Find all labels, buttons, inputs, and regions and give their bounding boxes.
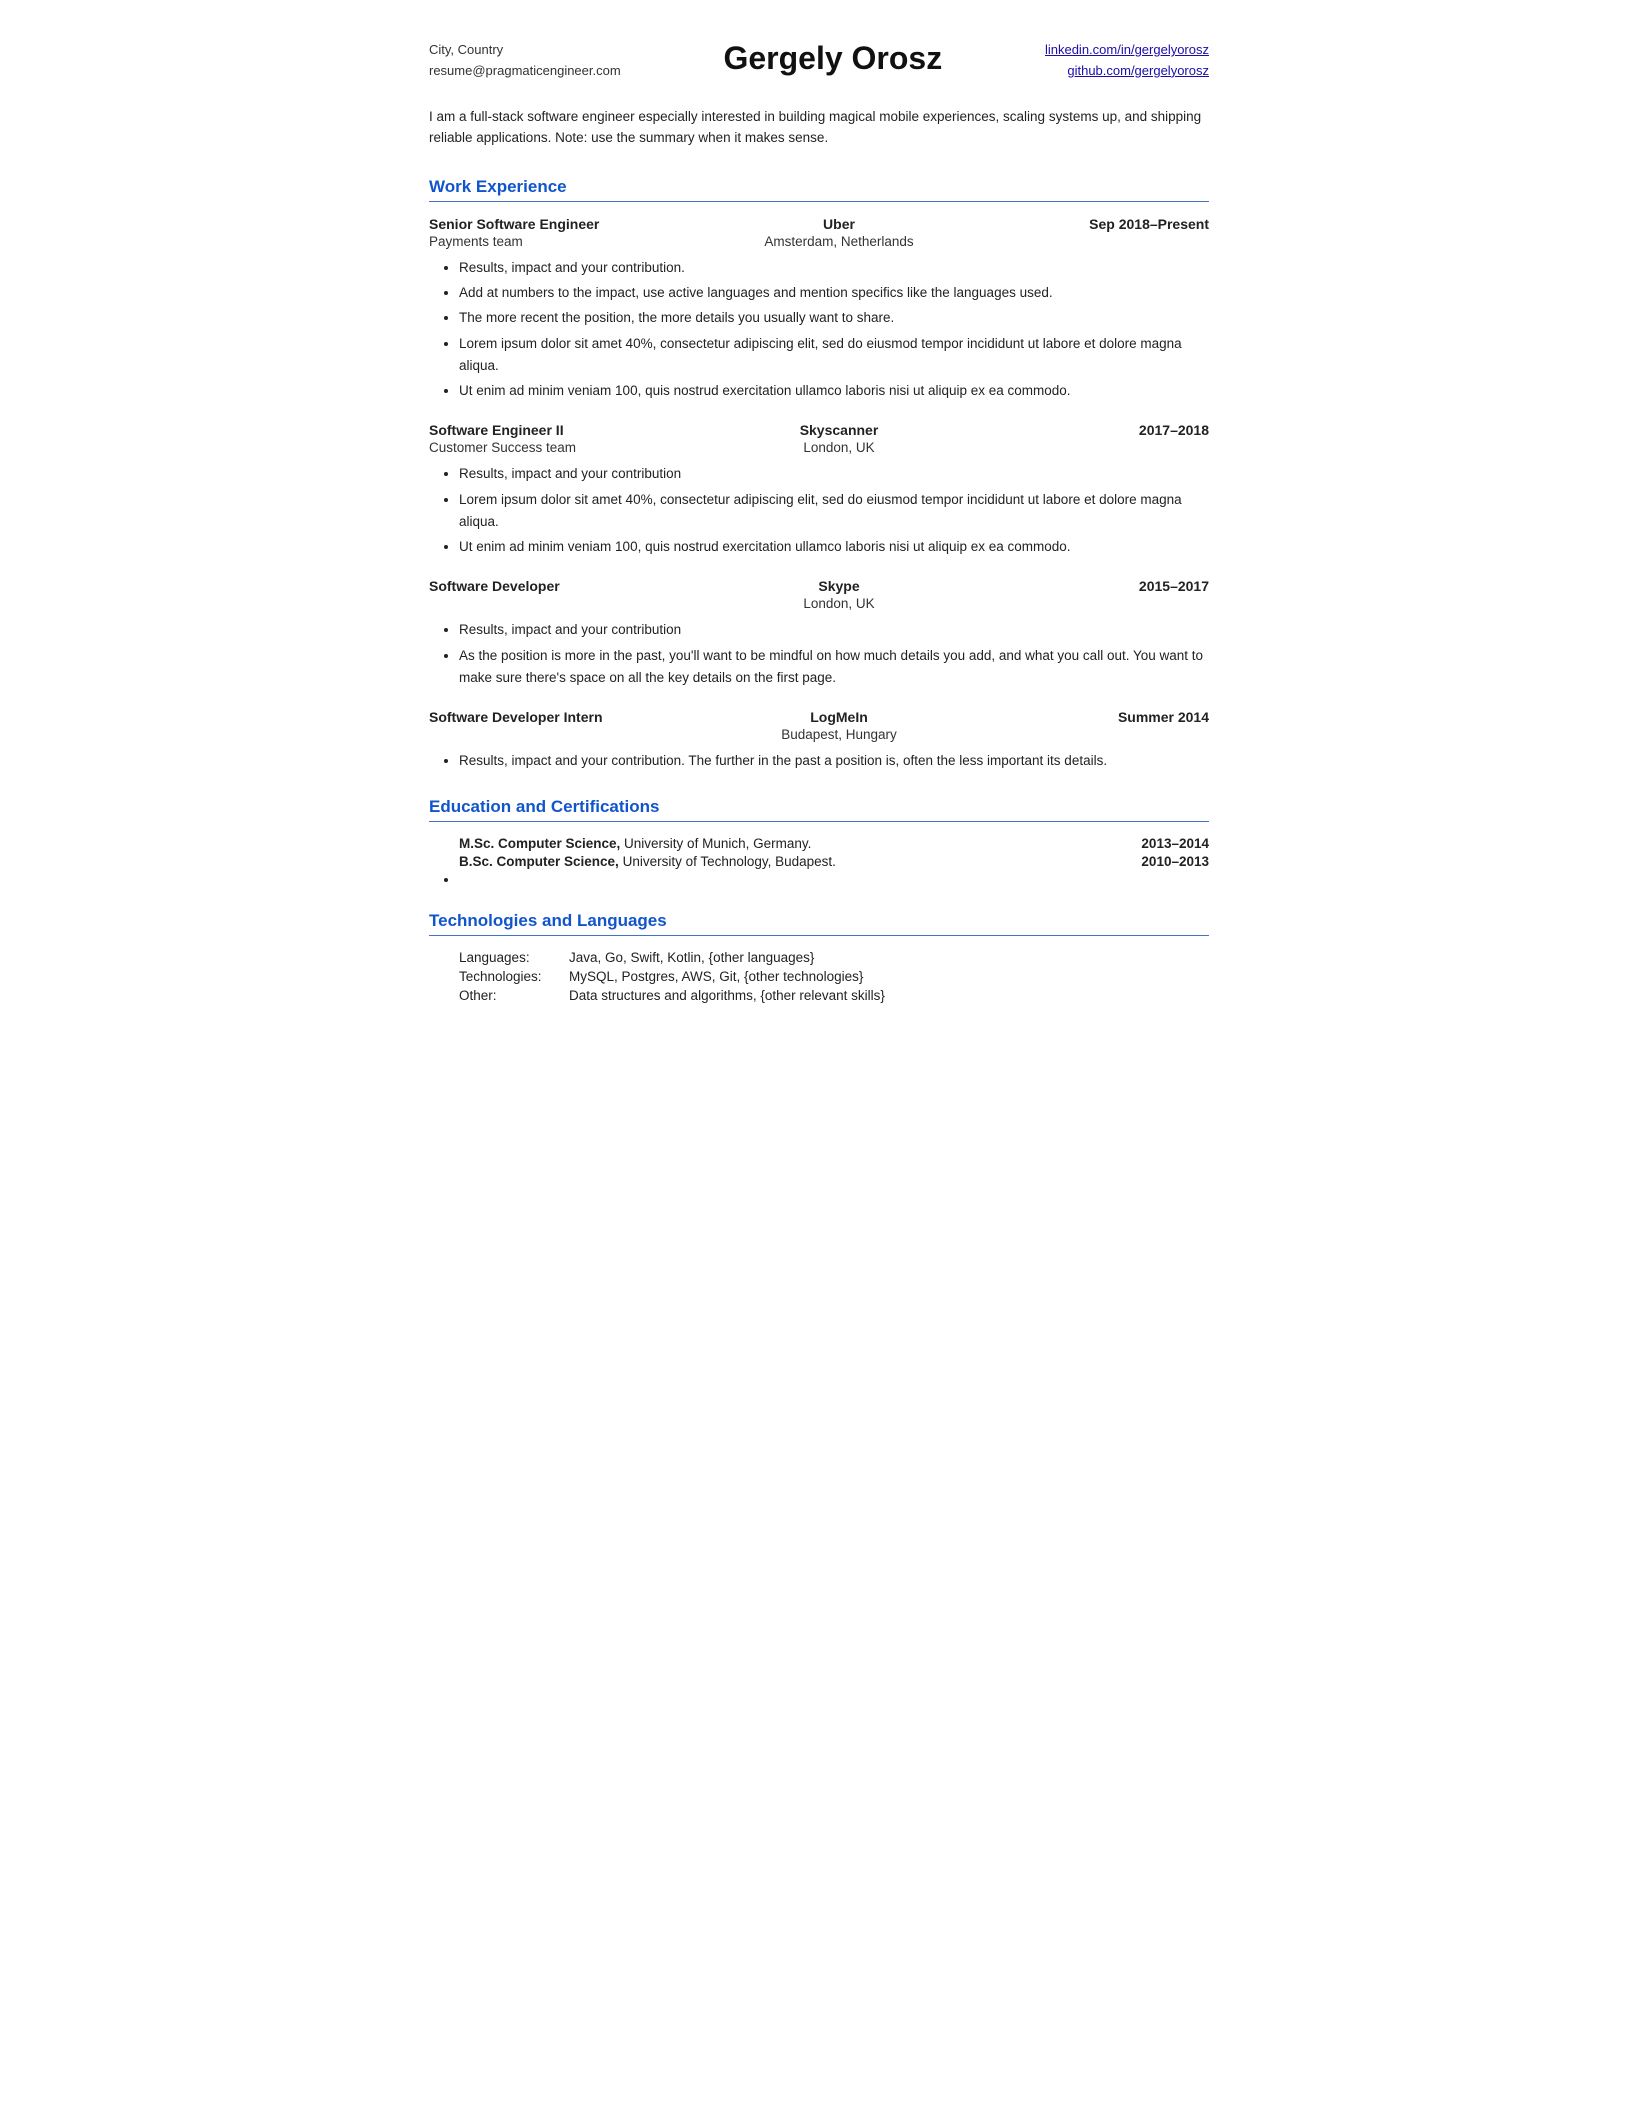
job-2-company: Skyscanner (649, 422, 1029, 438)
email: resume@pragmaticengineer.com (429, 61, 621, 82)
tech-label-2: Other: (459, 988, 569, 1003)
job-3-location: London, UK (649, 596, 1029, 611)
job-4-location: Budapest, Hungary (649, 727, 1029, 742)
job-4-date-placeholder (1029, 727, 1209, 742)
job-4-title: Software Developer Intern (429, 709, 649, 725)
list-item: Results, impact and your contribution (459, 619, 1209, 641)
work-experience-divider (429, 201, 1209, 202)
list-item: Results, impact and your contribution. T… (459, 750, 1209, 772)
tech-value-1: MySQL, Postgres, AWS, Git, {other techno… (569, 969, 863, 984)
job-4-bullets: Results, impact and your contribution. T… (459, 750, 1209, 772)
list-item: B.Sc. Computer Science, University of Te… (459, 854, 1209, 869)
job-3-header: Software Developer Skype 2015–2017 (429, 578, 1209, 594)
candidate-name: Gergely Orosz (621, 40, 1045, 77)
job-2-header: Software Engineer II Skyscanner 2017–201… (429, 422, 1209, 438)
job-3-date: 2015–2017 (1029, 578, 1209, 594)
job-1-location: Amsterdam, Netherlands (649, 234, 1029, 249)
edu-item-1-text: M.Sc. Computer Science, University of Mu… (459, 836, 1141, 851)
list-item: The more recent the position, the more d… (459, 307, 1209, 329)
job-4-header: Software Developer Intern LogMeIn Summer… (429, 709, 1209, 725)
edu-item-2-degree-bold: B.Sc. Computer Science, (459, 854, 619, 869)
job-3-team (429, 596, 649, 611)
list-item: Ut enim ad minim veniam 100, quis nostru… (459, 536, 1209, 558)
job-3-date-placeholder (1029, 596, 1209, 611)
job-2-bullets: Results, impact and your contribution Lo… (459, 463, 1209, 558)
education-title: Education and Certifications (429, 797, 1209, 817)
tech-value-2: Data structures and algorithms, {other r… (569, 988, 885, 1003)
edu-item-2-date: 2010–2013 (1141, 854, 1209, 869)
job-1-date: Sep 2018–Present (1029, 216, 1209, 232)
job-4-company: LogMeIn (649, 709, 1029, 725)
job-3-sub: London, UK (429, 596, 1209, 611)
list-item: Lorem ipsum dolor sit amet 40%, consecte… (459, 333, 1209, 378)
edu-item-1-degree-bold: M.Sc. Computer Science, (459, 836, 620, 851)
header-left: City, Country resume@pragmaticengineer.c… (429, 40, 621, 82)
education-list: M.Sc. Computer Science, University of Mu… (459, 836, 1209, 887)
list-item: Results, impact and your contribution (459, 463, 1209, 485)
job-2-title: Software Engineer II (429, 422, 649, 438)
job-1-sub: Payments team Amsterdam, Netherlands (429, 234, 1209, 249)
list-item (459, 872, 1209, 887)
header-right: linkedin.com/in/gergelyorosz github.com/… (1045, 40, 1209, 82)
job-3-bullets: Results, impact and your contribution As… (459, 619, 1209, 689)
job-2-date-placeholder (1029, 440, 1209, 455)
job-2-sub: Customer Success team London, UK (429, 440, 1209, 455)
edu-item-1-degree-rest: University of Munich, Germany. (620, 836, 811, 851)
list-item: Languages: Java, Go, Swift, Kotlin, {oth… (459, 950, 1209, 965)
education-section: Education and Certifications M.Sc. Compu… (429, 797, 1209, 887)
job-1-title: Senior Software Engineer (429, 216, 649, 232)
technologies-section: Technologies and Languages Languages: Ja… (429, 911, 1209, 1003)
resume-header: City, Country resume@pragmaticengineer.c… (429, 40, 1209, 82)
list-item: Results, impact and your contribution. (459, 257, 1209, 279)
technologies-title: Technologies and Languages (429, 911, 1209, 931)
tech-value-0: Java, Go, Swift, Kotlin, {other language… (569, 950, 814, 965)
job-1: Senior Software Engineer Uber Sep 2018–P… (429, 216, 1209, 403)
job-4-sub: Budapest, Hungary (429, 727, 1209, 742)
technologies-divider (429, 935, 1209, 936)
job-3-title: Software Developer (429, 578, 649, 594)
list-item: Technologies: MySQL, Postgres, AWS, Git,… (459, 969, 1209, 984)
tech-label-1: Technologies: (459, 969, 569, 984)
edu-item-1-date: 2013–2014 (1141, 836, 1209, 851)
technologies-list: Languages: Java, Go, Swift, Kotlin, {oth… (459, 950, 1209, 1003)
summary: I am a full-stack software engineer espe… (429, 106, 1209, 149)
list-item: Lorem ipsum dolor sit amet 40%, consecte… (459, 489, 1209, 534)
job-4-date: Summer 2014 (1029, 709, 1209, 725)
job-1-bullets: Results, impact and your contribution. A… (459, 257, 1209, 403)
job-2-location: London, UK (649, 440, 1029, 455)
edu-item-2-degree-rest: University of Technology, Budapest. (619, 854, 836, 869)
edu-item-2-text: B.Sc. Computer Science, University of Te… (459, 854, 1141, 869)
list-item: Add at numbers to the impact, use active… (459, 282, 1209, 304)
list-item: Other: Data structures and algorithms, {… (459, 988, 1209, 1003)
header-center: Gergely Orosz (621, 40, 1045, 77)
linkedin-link[interactable]: linkedin.com/in/gergelyorosz (1045, 42, 1209, 57)
work-experience-title: Work Experience (429, 177, 1209, 197)
tech-label-0: Languages: (459, 950, 569, 965)
job-1-team: Payments team (429, 234, 649, 249)
location: City, Country (429, 40, 621, 61)
job-1-company: Uber (649, 216, 1029, 232)
job-2: Software Engineer II Skyscanner 2017–201… (429, 422, 1209, 558)
job-2-team: Customer Success team (429, 440, 649, 455)
list-item: Ut enim ad minim veniam 100, quis nostru… (459, 380, 1209, 402)
job-1-date-placeholder (1029, 234, 1209, 249)
work-experience-section: Work Experience Senior Software Engineer… (429, 177, 1209, 773)
list-item: As the position is more in the past, you… (459, 645, 1209, 690)
job-4: Software Developer Intern LogMeIn Summer… (429, 709, 1209, 772)
job-3: Software Developer Skype 2015–2017 Londo… (429, 578, 1209, 689)
job-2-date: 2017–2018 (1029, 422, 1209, 438)
list-item: M.Sc. Computer Science, University of Mu… (459, 836, 1209, 851)
education-divider (429, 821, 1209, 822)
job-1-header: Senior Software Engineer Uber Sep 2018–P… (429, 216, 1209, 232)
job-3-company: Skype (649, 578, 1029, 594)
job-4-team (429, 727, 649, 742)
github-link[interactable]: github.com/gergelyorosz (1067, 63, 1209, 78)
